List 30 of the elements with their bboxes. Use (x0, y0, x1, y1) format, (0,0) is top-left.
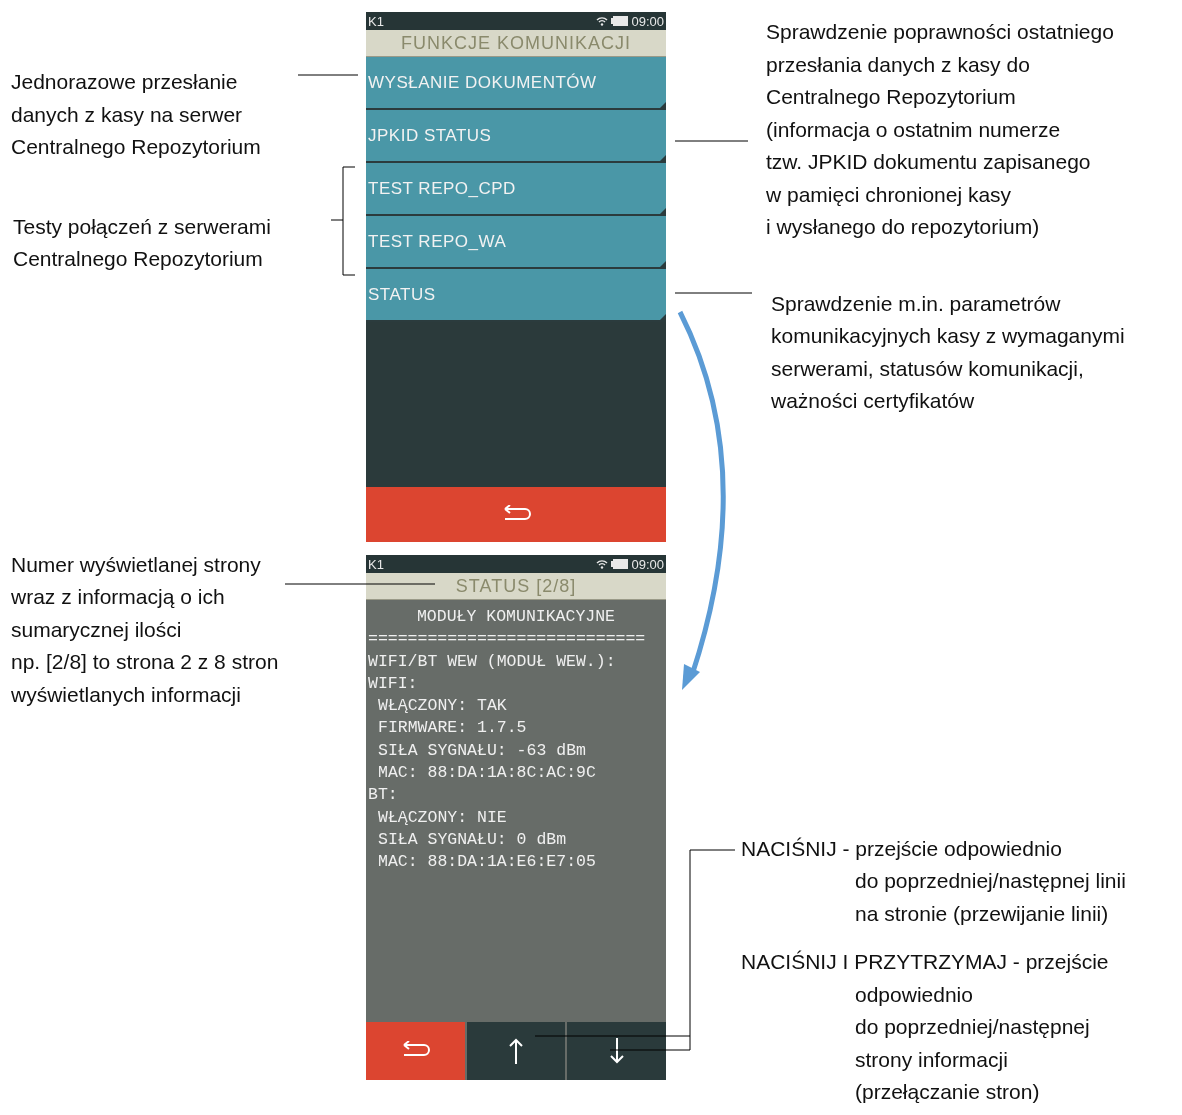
terminal-label: K1 (368, 557, 384, 571)
screen-title: FUNKCJE KOMUNIKACJI (366, 30, 666, 57)
status-line: SIŁA SYGNAŁU: 0 dBm (377, 828, 568, 851)
status-line: MAC: 88:DA:1A:8C:AC:9C (377, 762, 597, 785)
clock: 09:00 (631, 14, 664, 28)
annotation-text: Testy połączeń z serwerami Centralnego Repozytorium (13, 213, 271, 272)
status-line: WŁĄCZONY: TAK (377, 695, 508, 718)
status-line: BT: (368, 784, 399, 807)
annotation-text: Sprawdzenie m.in. parametrów komunikacyjnych kasy z wymaganymi serwerami, statusów komunikacji, ważności certyfikatów (771, 290, 1125, 414)
status-line: WŁĄCZONY: NIE (377, 806, 508, 829)
annotation-text: Sprawdzenie poprawności ostatniego przesłania danych z kasy do Centralnego Repozytorium (informacja o ostatnim numerze tzw. JPKID dokumentu zapisanego w pamięci chronionej kasy i wysłanego do repozytorium) (766, 19, 1114, 240)
status-line: FIRMWARE: 1.7.5 (377, 717, 528, 740)
menu-item[interactable]: JPKID STATUS (366, 110, 666, 163)
annotation-text: NACIŚNIJ I PRZYTRZYMAJ - przejście odpowiednio do poprzedniej/następnej strony informacji (przełączanie stron) (741, 949, 1109, 1105)
status-line: SIŁA SYGNAŁU: -63 dBm (377, 739, 587, 762)
clock: 09:00 (631, 557, 664, 571)
annotation-text: Jednorazowe przesłanie danych z kasy na serwer Centralnego Repozytorium (11, 69, 261, 160)
menu-item[interactable]: WYSŁANIE DOKUMENTÓW (366, 57, 666, 110)
status-line: MAC: 88:DA:1A:E6:E7:05 (377, 851, 597, 874)
menu-item[interactable]: TEST REPO_WA (366, 216, 666, 269)
status-line: ============================ (368, 628, 647, 651)
status-line: WIFI: (368, 672, 419, 695)
annotation-text: NACIŚNIJ - przejście odpowiednio do poprzedniej/następnej linii na stronie (przewijanie linii) (741, 835, 1126, 927)
annotation-text: Numer wyświetlanej strony wraz z informacją o ich sumarycznej ilości np. [2/8] to strona 2 z 8 stron wyświetlanych informacji (11, 551, 279, 708)
menu-item[interactable]: STATUS (366, 269, 666, 322)
status-line: MODUŁY KOMUNIKACYJNE (415, 606, 616, 628)
status-line: WIFI/BT WEW (MODUŁ WEW.): (368, 650, 617, 673)
menu-item[interactable]: TEST REPO_CPD (366, 163, 666, 216)
screen-title: STATUS [2/8] (366, 573, 666, 600)
terminal-label: K1 (368, 14, 384, 28)
